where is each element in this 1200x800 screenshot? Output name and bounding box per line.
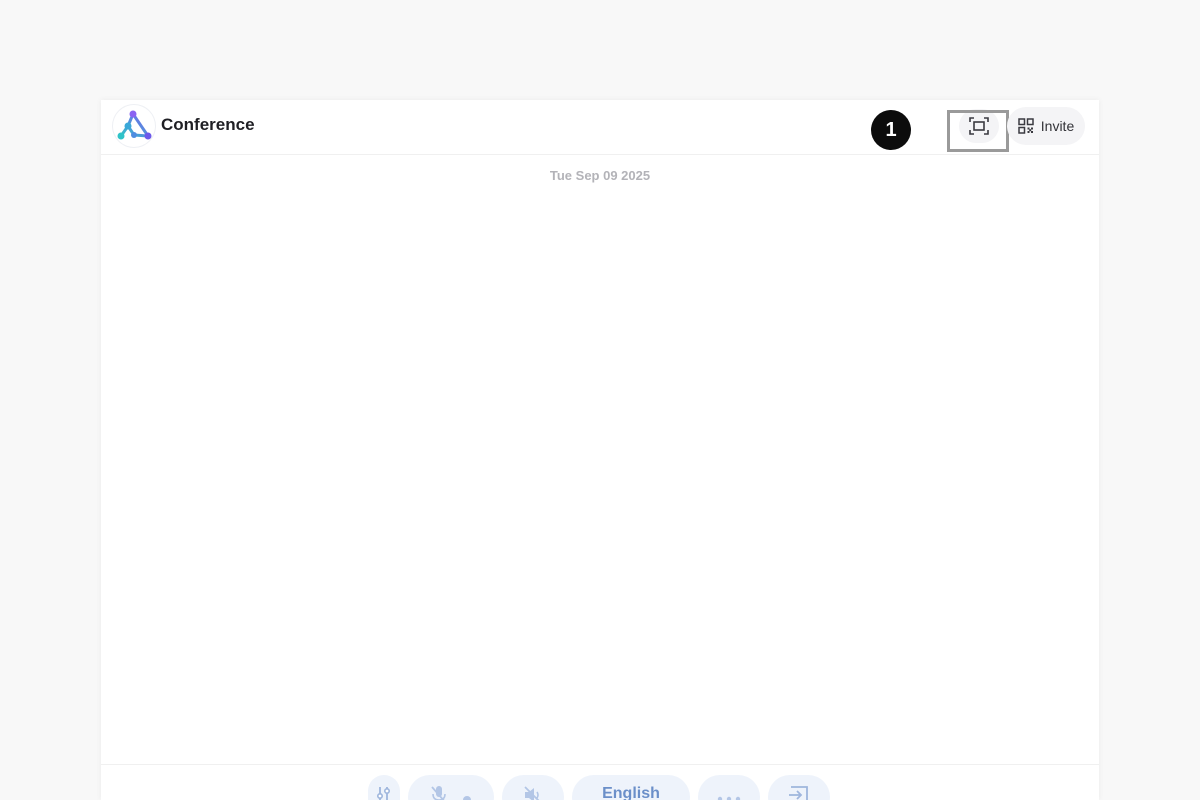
fullscreen-button[interactable] [959,109,999,143]
settings-button[interactable] [368,775,400,800]
conference-window: Conference 1 Invite Tue Sep 09 2025 Engl… [101,100,1099,800]
app-title: Conference [161,115,255,134]
more-button[interactable] [698,775,760,800]
mic-level-dot-icon [463,796,471,800]
speaker-off-icon [524,786,540,800]
language-label: English [602,785,660,800]
app-logo [113,105,155,147]
step-badge: 1 [871,110,911,150]
sliders-icon [376,787,391,800]
header: Conference 1 Invite [101,100,1099,155]
more-icon [717,796,741,800]
invite-button[interactable]: Invite [1007,107,1085,145]
speaker-button[interactable] [502,775,564,800]
date-separator: Tue Sep 09 2025 [549,168,651,183]
exit-icon [789,786,808,800]
fullscreen-icon [969,117,989,135]
invite-label: Invite [1040,118,1075,134]
qr-code-icon [1018,118,1034,134]
language-button[interactable]: English [572,775,690,800]
chat-area[interactable] [101,155,1099,763]
mic-button[interactable] [408,775,494,800]
exit-button[interactable] [768,775,830,800]
control-bar: English [101,764,1099,800]
mic-off-icon [431,786,446,800]
logo-icon [117,110,152,140]
